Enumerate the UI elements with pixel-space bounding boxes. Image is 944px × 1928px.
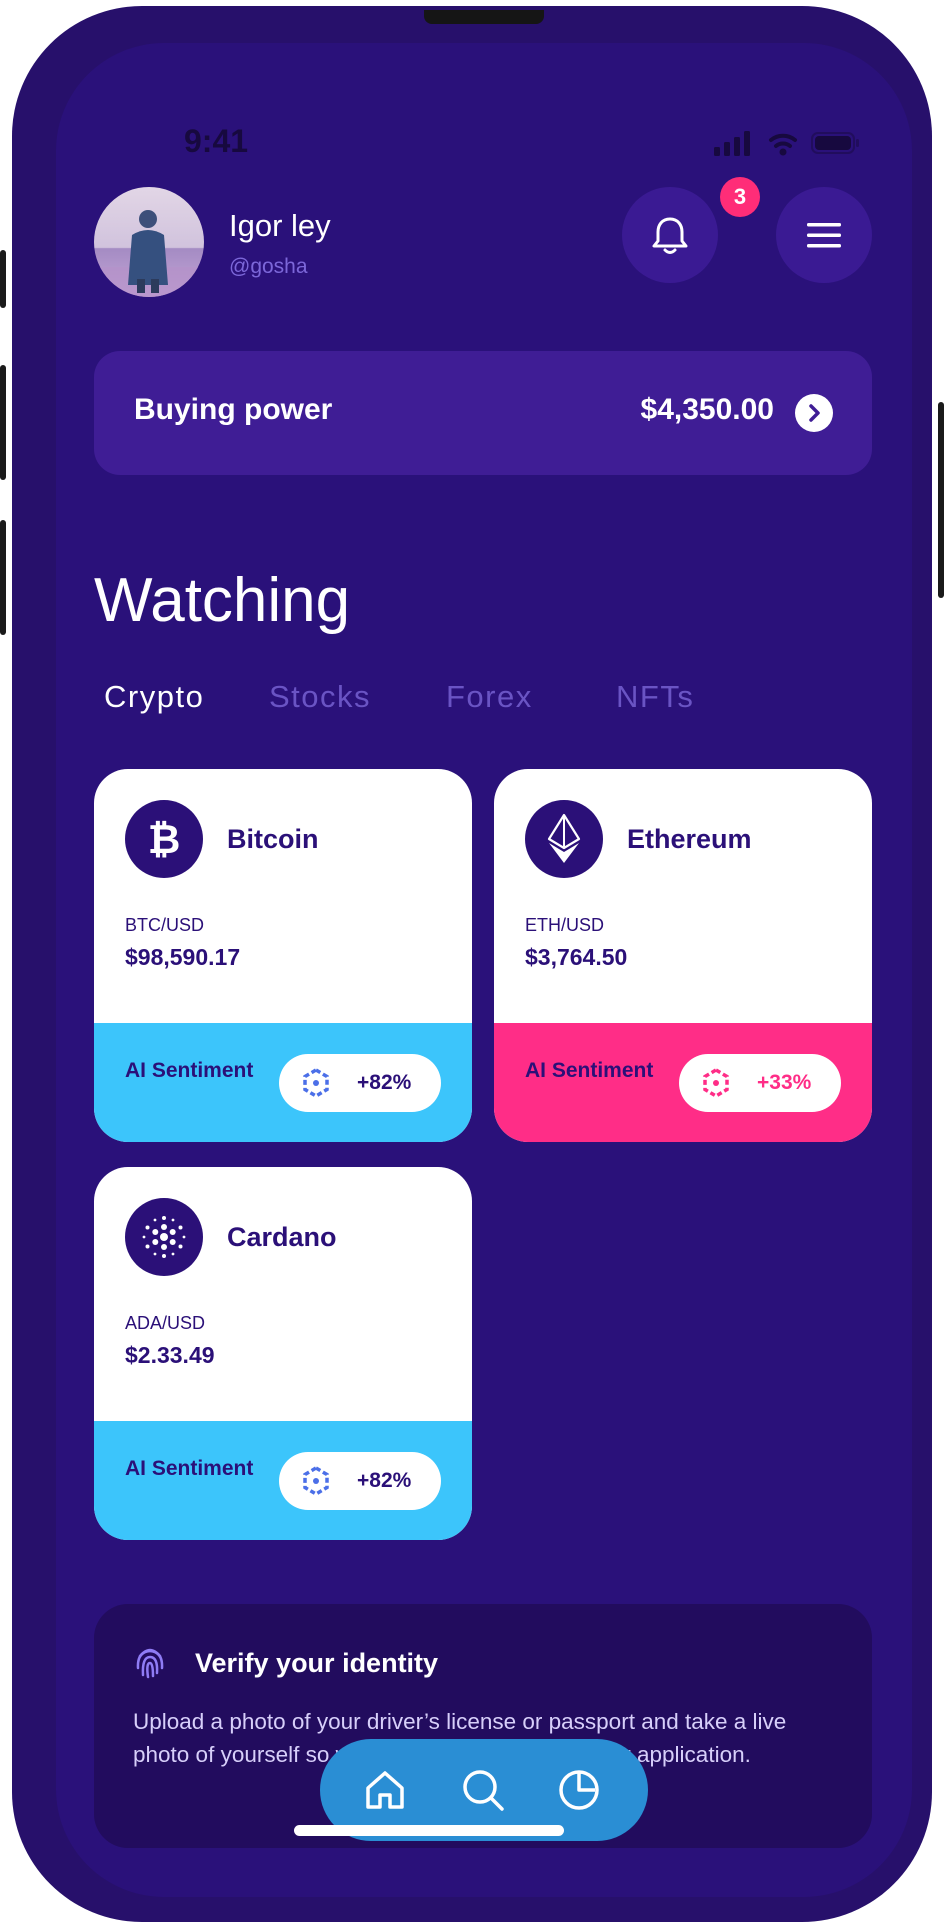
cardano-glyph	[142, 1216, 186, 1258]
ai-sentiment-label: AI Sentiment	[125, 1059, 254, 1082]
buying-power-value: $4,350.00	[640, 393, 774, 426]
nav-portfolio[interactable]	[556, 1767, 602, 1813]
app-screen: 9:41 Igor ley @gosha 3 Buying power $4,3…	[56, 43, 912, 1897]
ai-sentiment-label: AI Sentiment	[525, 1059, 654, 1082]
chevron-right-glyph	[809, 404, 820, 422]
chevron-right-icon[interactable]	[795, 394, 833, 432]
verify-identity-title: Verify your identity	[195, 1648, 439, 1678]
hamburger-menu-icon	[807, 223, 841, 248]
tab-stocks[interactable]: Stocks	[269, 679, 371, 715]
notifications-button[interactable]	[622, 187, 718, 283]
ethereum-card[interactable]: Ethereum ETH/USD $3,764.50 AI Sentiment …	[494, 769, 872, 1142]
signal-wifi-battery-icon	[714, 131, 859, 156]
coin-price: $98,590.17	[125, 944, 241, 970]
home-indicator[interactable]	[294, 1825, 564, 1836]
nav-home[interactable]	[362, 1767, 408, 1813]
ai-sentiment-icon	[303, 1466, 329, 1496]
bitcoin-icon: ₿	[125, 800, 203, 878]
coin-pair: BTC/USD	[125, 915, 205, 935]
buying-power-card[interactable]: Buying power $4,350.00	[94, 351, 872, 475]
avatar-photo	[94, 187, 204, 297]
phone-frame: 9:41 Igor ley @gosha 3 Buying power $4,3…	[12, 6, 932, 1922]
coin-price: $2.33.49	[125, 1342, 215, 1368]
coin-name: Ethereum	[627, 824, 752, 854]
menu-button[interactable]	[776, 187, 872, 283]
coin-name: Cardano	[227, 1222, 337, 1252]
search-icon	[463, 1770, 504, 1811]
sentiment-value: +82%	[357, 1469, 412, 1492]
sentiment-value: +33%	[757, 1071, 812, 1094]
svg-text:₿: ₿	[148, 817, 181, 862]
home-icon	[366, 1771, 404, 1809]
mute-switch	[0, 250, 6, 308]
fingerprint-icon	[136, 1648, 164, 1679]
notification-badge: 3	[720, 177, 760, 217]
coin-pair: ADA/USD	[125, 1313, 206, 1333]
sentiment-pill: +33%	[679, 1054, 841, 1112]
ai-sentiment-bar: AI Sentiment +33%	[494, 1023, 872, 1142]
volume-up-button	[0, 365, 6, 480]
tab-forex[interactable]: Forex	[446, 679, 533, 715]
cardano-icon	[125, 1198, 203, 1276]
ai-sentiment-bar: AI Sentiment +82%	[94, 1023, 472, 1142]
ai-sentiment-icon	[703, 1068, 729, 1098]
status-time: 9:41	[184, 123, 249, 159]
tab-crypto[interactable]: Crypto	[104, 679, 204, 715]
power-button	[938, 402, 944, 598]
ai-sentiment-label: AI Sentiment	[125, 1457, 254, 1480]
bitcoin-glyph: ₿	[148, 817, 181, 862]
user-handle: @gosha	[229, 255, 308, 278]
avatar[interactable]	[94, 187, 204, 297]
coin-name: Bitcoin	[227, 824, 319, 854]
cardano-card[interactable]: Cardano ADA/USD $2.33.49 AI Sentiment +8…	[94, 1167, 472, 1540]
nav-search[interactable]	[460, 1767, 506, 1813]
buying-power-label: Buying power	[134, 393, 333, 426]
coin-pair: ETH/USD	[525, 915, 605, 935]
portfolio-chart-icon	[559, 1770, 599, 1810]
ai-sentiment-icon	[303, 1068, 329, 1098]
status-icons	[714, 129, 864, 157]
speaker-notch	[424, 10, 544, 24]
ethereum-icon	[525, 800, 603, 878]
tab-nfts[interactable]: NFTs	[616, 679, 694, 715]
sentiment-pill: +82%	[279, 1452, 441, 1510]
sentiment-value: +82%	[357, 1071, 412, 1094]
ethereum-glyph	[547, 813, 581, 863]
bitcoin-card[interactable]: ₿ Bitcoin BTC/USD $98,590.17 AI Sentimen…	[94, 769, 472, 1142]
ai-sentiment-bar: AI Sentiment +82%	[94, 1421, 472, 1540]
bell-icon	[652, 217, 688, 254]
volume-down-button	[0, 520, 6, 635]
coin-price: $3,764.50	[525, 944, 628, 970]
user-name: Igor ley	[229, 208, 331, 243]
sentiment-pill: +82%	[279, 1054, 441, 1112]
watching-title: Watching	[94, 566, 351, 635]
